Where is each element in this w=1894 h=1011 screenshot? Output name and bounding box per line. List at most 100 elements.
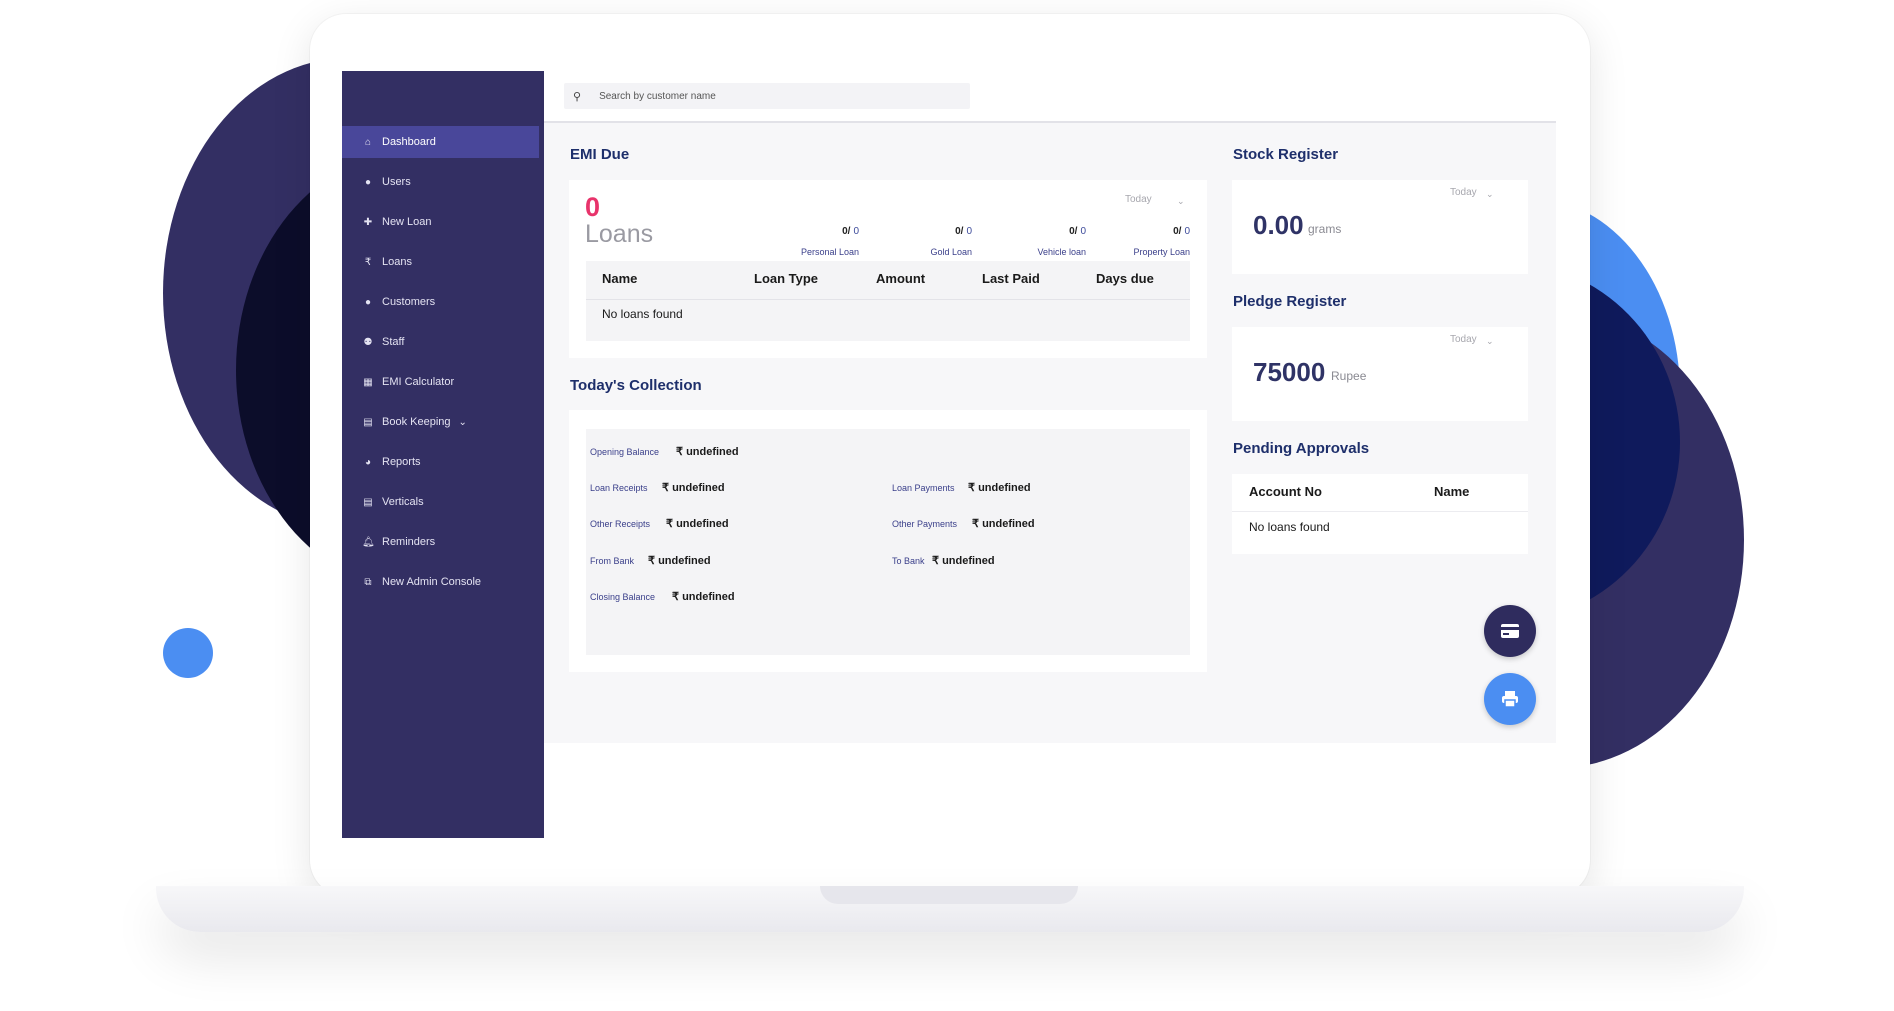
opening-balance-value: ₹ undefined	[676, 446, 739, 458]
to-bank-value: ₹ undefined	[932, 555, 995, 567]
search-icon: ⚲	[573, 90, 582, 103]
sidebar-item-label: Users	[382, 176, 411, 188]
sidebar-item-book-keeping[interactable]: ▤ Book Keeping ⌄	[342, 406, 539, 438]
plus-icon: ✚	[363, 216, 373, 228]
loan-payments-value: ₹ undefined	[968, 482, 1031, 494]
external-link-icon: ⧉	[364, 576, 372, 588]
emi-due-title: EMI Due	[570, 146, 630, 163]
sidebar-item-new-admin-console[interactable]: ⧉ New Admin Console	[342, 566, 539, 598]
book-icon: ▤	[363, 496, 373, 508]
table-header[interactable]: Account No	[1249, 484, 1322, 499]
decor-dot-blue	[163, 628, 213, 678]
vehicle-loan-ratio: 0/0	[1069, 226, 1086, 237]
chevron-down-icon: ⌄	[458, 416, 467, 428]
stock-value: 0.00	[1253, 210, 1304, 240]
sidebar-item-customers[interactable]: ● Customers	[342, 286, 539, 318]
rupee-icon: ₹	[364, 256, 372, 268]
empty-state: No loans found	[602, 307, 683, 321]
emi-due-table: Name Loan Type Amount Last Paid Days due…	[586, 261, 1190, 341]
table-header[interactable]: Name	[1434, 484, 1469, 499]
print-button[interactable]	[1484, 673, 1536, 725]
pledge-unit: Rupee	[1331, 369, 1367, 383]
empty-state: No loans found	[1249, 520, 1330, 534]
credit-card-icon	[1501, 624, 1519, 638]
laptop-notch	[820, 886, 1078, 904]
print-icon	[1502, 691, 1518, 708]
chevron-down-icon[interactable]: ⌄	[1486, 189, 1494, 200]
property-loan-label[interactable]: Property Loan	[1080, 247, 1190, 257]
emi-due-filter[interactable]: Today	[1125, 194, 1152, 205]
user-icon: ●	[364, 296, 372, 308]
search-box[interactable]: ⚲	[564, 83, 970, 109]
from-bank-label: From Bank	[590, 556, 635, 566]
emi-due-card: 0 Loans Today ⌄ 0/0 Personal Loan 0/0 Go…	[569, 180, 1207, 358]
table-header[interactable]: Days due	[1096, 271, 1154, 286]
gold-loan-label[interactable]: Gold Loan	[862, 247, 972, 257]
other-payments-value: ₹ undefined	[972, 518, 1035, 530]
sidebar-item-label: Loans	[382, 256, 412, 268]
closing-balance-value: ₹ undefined	[672, 591, 735, 603]
book-icon: ▤	[363, 416, 373, 428]
pledge-filter[interactable]: Today	[1450, 334, 1477, 345]
vehicle-loan-label[interactable]: Vehicle loan	[976, 247, 1086, 257]
pending-approvals-card: Account No Name No loans found	[1232, 474, 1528, 554]
sidebar-item-reminders[interactable]: 🔔︎ Reminders	[342, 526, 539, 558]
user-icon: ●	[364, 176, 372, 188]
stock-register-title: Stock Register	[1233, 146, 1339, 163]
opening-balance-label: Opening Balance	[590, 447, 660, 457]
sidebar-item-reports[interactable]: ◕ Reports	[342, 446, 539, 478]
chevron-down-icon[interactable]: ⌄	[1486, 336, 1494, 347]
sidebar-item-users[interactable]: ● Users	[342, 166, 539, 198]
sidebar-item-dashboard[interactable]: ⌂ Dashboard	[342, 126, 539, 158]
stock-filter[interactable]: Today	[1450, 187, 1477, 198]
bell-icon: 🔔︎	[362, 536, 375, 548]
chevron-down-icon[interactable]: ⌄	[1177, 196, 1185, 207]
sidebar-item-emi-calculator[interactable]: ▦ EMI Calculator	[342, 366, 539, 398]
other-receipts-value: ₹ undefined	[666, 518, 729, 530]
stock-register-card: Today ⌄ 0.00 grams	[1232, 180, 1528, 274]
sidebar-item-label: Reports	[382, 456, 421, 468]
sidebar-item-label: Book Keeping	[382, 416, 451, 428]
collection-card: Opening Balance ₹ undefined Loan Receipt…	[569, 410, 1207, 672]
table-header[interactable]: Amount	[876, 271, 925, 286]
stock-unit: grams	[1308, 222, 1342, 236]
sidebar-item-label: Verticals	[382, 496, 424, 508]
sidebar-item-new-loan[interactable]: ✚ New Loan	[342, 206, 539, 238]
sidebar-item-label: New Loan	[382, 216, 432, 228]
table-header[interactable]: Name	[602, 271, 637, 286]
collection-list: Opening Balance ₹ undefined Loan Receipt…	[586, 429, 1190, 655]
sidebar-item-loans[interactable]: ₹ Loans	[342, 246, 539, 278]
calculator-icon: ▦	[363, 376, 373, 388]
app-screen: ⌂ Dashboard ● Users ✚ New Loan ₹ Loans ●…	[342, 71, 1556, 838]
loan-receipts-label: Loan Receipts	[590, 483, 648, 493]
other-receipts-label: Other Receipts	[590, 519, 651, 529]
emi-due-count: 0	[585, 192, 601, 222]
closing-balance-label: Closing Balance	[590, 592, 656, 602]
loan-payments-label: Loan Payments	[892, 483, 955, 493]
personal-loan-label[interactable]: Personal Loan	[749, 247, 859, 257]
property-loan-ratio: 0/0	[1173, 226, 1190, 237]
search-input[interactable]	[597, 89, 932, 103]
gold-loan-ratio: 0/0	[955, 226, 972, 237]
personal-loan-ratio: 0/0	[842, 226, 859, 237]
loan-receipts-value: ₹ undefined	[662, 482, 725, 494]
divider	[1232, 511, 1528, 512]
pledge-register-title: Pledge Register	[1233, 293, 1347, 310]
pending-approvals-title: Pending Approvals	[1233, 440, 1370, 457]
from-bank-value: ₹ undefined	[648, 555, 711, 567]
sidebar-item-label: Reminders	[382, 536, 436, 548]
main-content: EMI Due 0 Loans Today ⌄ 0/0 Personal Loa…	[544, 123, 1556, 743]
chart-icon: ◕	[364, 456, 372, 468]
card-action-button[interactable]	[1484, 605, 1536, 657]
sidebar-item-staff[interactable]: ⚉ Staff	[342, 326, 539, 358]
home-icon: ⌂	[364, 136, 372, 148]
sidebar-item-label: Dashboard	[382, 136, 436, 148]
pledge-register-card: Today ⌄ 75000 Rupee	[1232, 327, 1528, 421]
sidebar-item-verticals[interactable]: ▤ Verticals	[342, 486, 539, 518]
table-header[interactable]: Last Paid	[982, 271, 1040, 286]
sidebar: ⌂ Dashboard ● Users ✚ New Loan ₹ Loans ●…	[342, 71, 544, 838]
other-payments-label: Other Payments	[892, 519, 958, 529]
emi-due-count-label: Loans	[585, 220, 654, 248]
table-header[interactable]: Loan Type	[754, 271, 818, 286]
sidebar-item-label: Customers	[382, 296, 436, 308]
